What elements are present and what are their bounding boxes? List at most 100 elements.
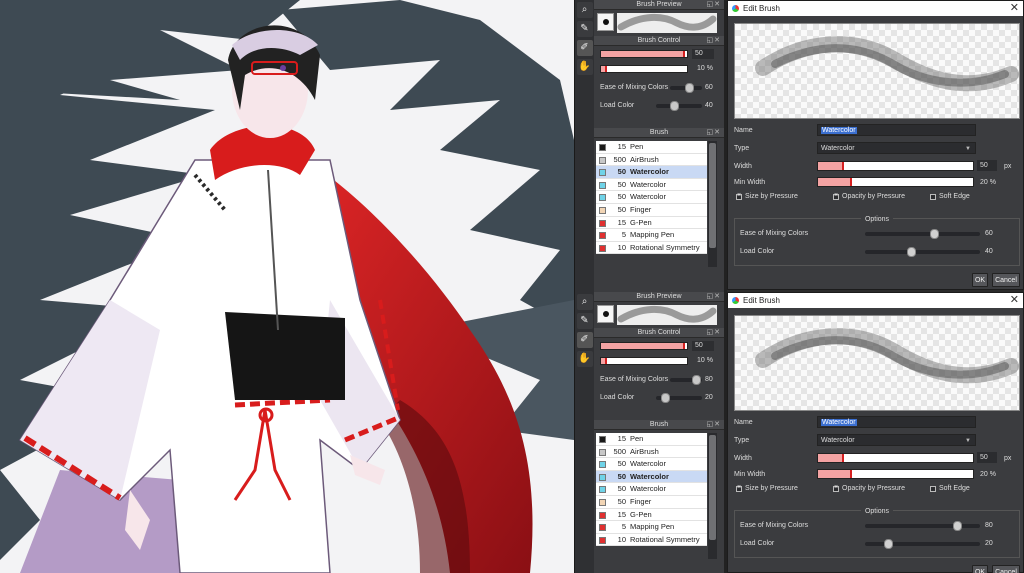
- load-color-slider[interactable]: [656, 393, 702, 403]
- ok-button[interactable]: OK: [972, 273, 988, 287]
- brush-list-item[interactable]: 5 Mapping Pen: [596, 229, 707, 242]
- lasso-icon[interactable]: ⌕: [576, 2, 593, 18]
- pen-tool-icon[interactable]: ✐: [576, 40, 593, 56]
- brush-opacity-slider[interactable]: [600, 65, 688, 73]
- brush-list-item[interactable]: 50 Finger: [596, 203, 707, 217]
- lasso-icon[interactable]: ⌕: [576, 294, 593, 310]
- cancel-button[interactable]: Cancel: [992, 273, 1020, 287]
- width-value[interactable]: 50: [977, 160, 997, 171]
- min-width-value: 20: [980, 179, 988, 186]
- brush-stroke-large-preview: [734, 315, 1020, 411]
- mixing-slider[interactable]: [670, 83, 702, 93]
- close-icon[interactable]: ✕: [1010, 1, 1019, 16]
- dialog-titlebar[interactable]: Edit Brush ✕: [728, 1, 1023, 16]
- mixing-slider[interactable]: [670, 375, 702, 385]
- dialog-load-slider[interactable]: [865, 247, 980, 257]
- scrollbar-thumb[interactable]: [709, 143, 716, 248]
- brush-list-item[interactable]: 50 Watercolor: [596, 166, 707, 179]
- brush-list-header[interactable]: Brush ◱✕: [594, 420, 724, 430]
- soft-edge-checkbox[interactable]: Soft Edge: [930, 485, 970, 492]
- min-width-slider[interactable]: [817, 177, 974, 187]
- brush-list-item[interactable]: 10 Rotational Symmetry: [596, 533, 707, 547]
- panel-window-icons[interactable]: ◱✕: [707, 128, 721, 138]
- load-color-slider[interactable]: [656, 101, 702, 111]
- dialog-mixing-slider[interactable]: [865, 229, 980, 239]
- brush-list-item[interactable]: 50 Watercolor: [596, 458, 707, 471]
- brush-list-item[interactable]: 50 Watercolor: [596, 483, 707, 496]
- options-group: Options Ease of Mixing Colors 80 Load Co…: [734, 508, 1020, 558]
- brush-name-input[interactable]: Watercolor: [817, 416, 976, 428]
- brush-type-value: Watercolor: [821, 145, 855, 152]
- panel-window-icons[interactable]: ◱✕: [707, 328, 721, 338]
- dialog-mixing-slider[interactable]: [865, 521, 980, 531]
- brush-type-select[interactable]: Watercolor ▼: [817, 434, 976, 446]
- width-slider[interactable]: [817, 161, 974, 171]
- brush-list-scrollbar[interactable]: [708, 141, 717, 267]
- width-fill: [818, 454, 844, 462]
- opacity-by-pressure-checkbox[interactable]: Opacity by Pressure: [833, 484, 905, 492]
- brush-list-item[interactable]: 50 Finger: [596, 495, 707, 509]
- brush-size: 15: [617, 142, 626, 151]
- dialog-load-slider[interactable]: [865, 539, 980, 549]
- brush-type-select[interactable]: Watercolor ▼: [817, 142, 976, 154]
- brush-opacity-slider[interactable]: [600, 357, 688, 365]
- brush-list-item[interactable]: 50 Watercolor: [596, 191, 707, 204]
- dialog-load-knob[interactable]: [907, 247, 916, 257]
- min-width-readout: 20 %: [980, 471, 996, 478]
- brush-list-item[interactable]: 15 G-Pen: [596, 216, 707, 230]
- min-width-slider[interactable]: [817, 469, 974, 479]
- size-by-pressure-checkbox[interactable]: Size by Pressure: [736, 484, 798, 492]
- brush-preview-header[interactable]: Brush Preview ◱✕: [594, 0, 724, 10]
- scrollbar-thumb[interactable]: [709, 435, 716, 540]
- ok-button[interactable]: OK: [972, 565, 988, 573]
- size-by-pressure-checkbox[interactable]: Size by Pressure: [736, 192, 798, 200]
- options-legend: Options: [735, 214, 1019, 223]
- brush-name: G-Pen: [630, 509, 652, 519]
- cancel-button[interactable]: Cancel: [992, 565, 1020, 573]
- eyedropper-icon[interactable]: ✎: [576, 313, 593, 329]
- opacity-by-pressure-checkbox[interactable]: Opacity by Pressure: [833, 192, 905, 200]
- brush-list-item[interactable]: 500 AirBrush: [596, 153, 707, 167]
- brush-size-slider[interactable]: [600, 342, 688, 350]
- brush-control-header[interactable]: Brush Control ◱✕: [594, 36, 724, 46]
- brush-list-item[interactable]: 15 Pen: [596, 141, 707, 154]
- soft-edge-checkbox[interactable]: Soft Edge: [930, 193, 970, 200]
- brush-size-value[interactable]: 50: [692, 341, 714, 351]
- min-width-label: Min Width: [734, 179, 766, 186]
- panel-window-icons[interactable]: ◱✕: [707, 420, 721, 430]
- brush-list-item[interactable]: 15 G-Pen: [596, 508, 707, 522]
- eyedropper-icon[interactable]: ✎: [576, 21, 593, 37]
- panel-window-icons[interactable]: ◱✕: [707, 36, 721, 46]
- brush-name-input[interactable]: Watercolor: [817, 124, 976, 136]
- load-color-slider-knob[interactable]: [661, 393, 671, 403]
- canvas-artwork[interactable]: [0, 0, 574, 573]
- load-color-slider-knob[interactable]: [670, 101, 680, 111]
- mixing-slider-knob[interactable]: [685, 83, 695, 93]
- pen-tool-icon[interactable]: ✐: [576, 332, 593, 348]
- dialog-mixing-knob[interactable]: [953, 521, 962, 531]
- width-slider[interactable]: [817, 453, 974, 463]
- panel-window-icons[interactable]: ◱✕: [707, 0, 721, 10]
- hand-icon[interactable]: ✋: [576, 351, 593, 367]
- brush-control-header[interactable]: Brush Control ◱✕: [594, 328, 724, 338]
- panel-window-icons[interactable]: ◱✕: [707, 292, 721, 302]
- brush-list-scrollbar[interactable]: [708, 433, 717, 559]
- brush-list-item[interactable]: 500 AirBrush: [596, 445, 707, 459]
- brush-list-item[interactable]: 10 Rotational Symmetry: [596, 241, 707, 255]
- mixing-slider-knob[interactable]: [691, 375, 701, 385]
- brush-list-item[interactable]: 50 Watercolor: [596, 178, 707, 192]
- dialog-titlebar[interactable]: Edit Brush ✕: [728, 293, 1023, 308]
- dialog-load-knob[interactable]: [884, 539, 893, 549]
- artwork-illustration: [0, 0, 574, 573]
- width-value[interactable]: 50: [977, 452, 997, 463]
- brush-list-header[interactable]: Brush ◱✕: [594, 128, 724, 138]
- dialog-mixing-knob[interactable]: [930, 229, 939, 239]
- brush-preview-header[interactable]: Brush Preview ◱✕: [594, 292, 724, 302]
- brush-list-item[interactable]: 15 Pen: [596, 433, 707, 446]
- brush-list-item[interactable]: 5 Mapping Pen: [596, 521, 707, 534]
- close-icon[interactable]: ✕: [1010, 293, 1019, 308]
- hand-icon[interactable]: ✋: [576, 59, 593, 75]
- brush-size-slider[interactable]: [600, 50, 688, 58]
- brush-size-value[interactable]: 50: [692, 49, 714, 59]
- brush-list-item[interactable]: 50 Watercolor: [596, 470, 707, 484]
